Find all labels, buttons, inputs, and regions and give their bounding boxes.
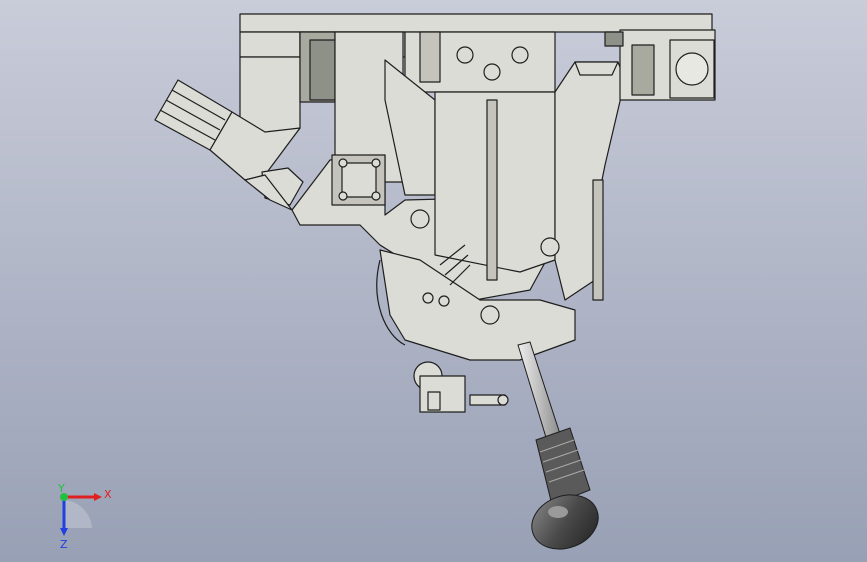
right-cylinder — [604, 29, 716, 101]
z-axis-label: Z — [60, 538, 68, 551]
y-axis-label: Y — [57, 482, 65, 495]
shifter-assembly-model[interactable]: X Y Z — [0, 0, 867, 562]
shift-lever-rod[interactable] — [517, 341, 563, 445]
x-axis-arrow — [94, 493, 102, 501]
axis-triad: X Y Z — [57, 482, 112, 551]
graphics-viewport[interactable]: X Y Z — [0, 0, 867, 562]
z-axis-arrow — [60, 528, 68, 536]
right-support-arm — [554, 61, 626, 301]
shift-knob[interactable] — [524, 427, 606, 558]
detent-assembly — [413, 361, 509, 413]
x-axis-label: X — [104, 488, 112, 501]
